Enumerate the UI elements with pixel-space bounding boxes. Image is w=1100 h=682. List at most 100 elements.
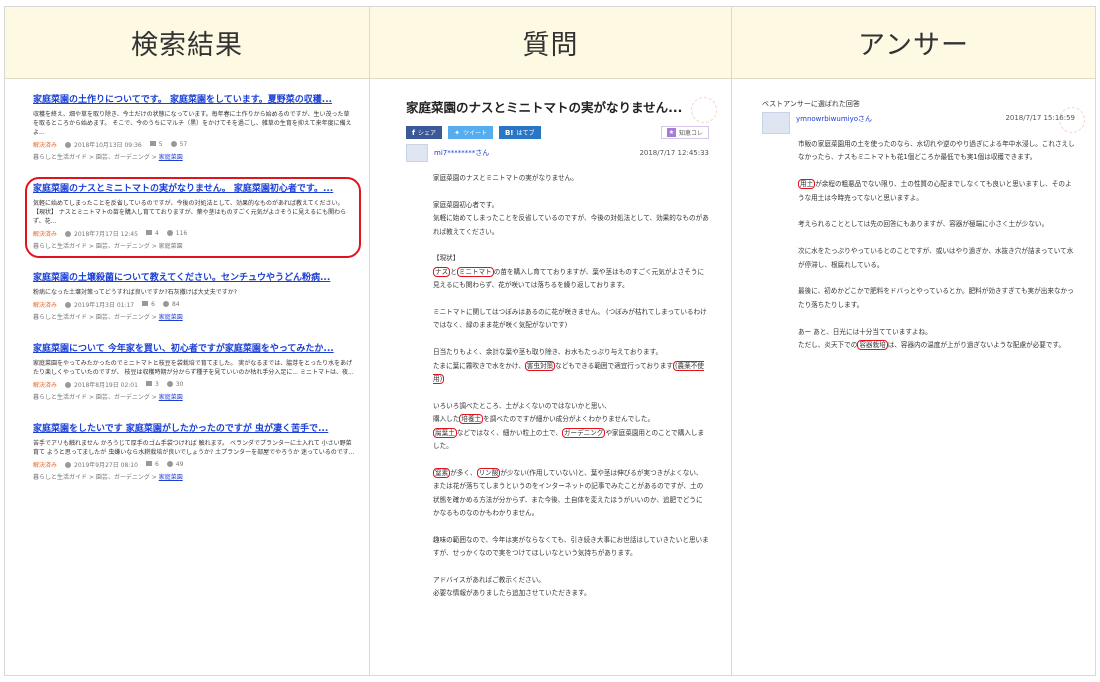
category-link[interactable]: 家庭菜園 [159, 474, 183, 481]
answer-line: あー あと、日光には十分当てていますよね。 [798, 327, 932, 336]
question-paragraph: いろいろ調べたところ、土がよくないのではないかと思い、 購入した 培養土 を調べたの… [433, 400, 709, 454]
result-meta: 解決済み 2019年9月27日 08:10 6 49 [33, 460, 355, 469]
answer-count: 6 [145, 461, 159, 468]
category-link[interactable]: 家庭菜園 [159, 394, 183, 401]
chiekore-button[interactable]: ★ 知恵コレ [660, 126, 709, 139]
question-text: を調べたのですが細かい成分がよくわかりませんでした。 [483, 415, 655, 424]
result-date: 2018年8月19日 02:01 [65, 380, 138, 389]
result-meta: 解決済み 2018年10月13日 09:36 5 57 [33, 140, 355, 149]
answer-body: 市販の家庭菜園用の土を使ったのなら、水切れや逆のやり過ぎによる年中水浸し。これさ… [798, 138, 1075, 352]
question-line: ナスとミニトマト の苗を購入し育てておりますが、葉や茎はものすごく元気がよさそうに… [433, 266, 709, 293]
answerer-row: ymnowrbiwumiyoさん 2018/7/17 15:16:59 [762, 112, 1075, 134]
view-count: 116 [166, 230, 187, 237]
result-title-link[interactable]: 家庭菜園について 今年家を買い、初心者ですが家庭菜園をやってみたか... [33, 343, 355, 355]
question-paragraph: アドバイスがあればご教示ください。 必要な情報がありましたら追加させていただきま… [433, 574, 709, 601]
result-meta: 解決済み 2018年7月17日 12:45 4 116 [33, 229, 355, 238]
facebook-share-button[interactable]: f シェア [406, 126, 443, 139]
answer-column: アンサー ベストアンサーに選ばれた回答 ymnowrbiwumiyoさん 201… [732, 7, 1095, 675]
chiekore-label: 知恵コレ [678, 130, 703, 137]
question-line: 日当たりもよく、余計な葉や茎も取り除き、お水もたっぷり与えております。 [433, 348, 663, 357]
results-header: 検索結果 [5, 7, 369, 79]
answer-text: が余程の粗悪品でない限り、土の性質の心配までしなくても良いと思いますし、そのよう… [798, 180, 1072, 202]
highlight-term: 腐葉土 [433, 427, 457, 438]
eye-icon [166, 461, 173, 467]
question-paragraph: 家庭菜園のナスとミニトマトの実がなりません。 [433, 174, 578, 182]
highlight-term: 用土 [798, 179, 816, 190]
hatena-icon: B! [504, 128, 514, 137]
result-title-link[interactable]: 家庭菜園の土壌殺菌について教えてください。センチュウやうどん粉病... [33, 272, 355, 284]
status-badge: 解決済み [33, 462, 58, 469]
result-meta: 解決済み 2018年8月19日 02:01 3 30 [33, 380, 355, 389]
star-icon: ★ [666, 128, 676, 137]
clock-icon [65, 382, 72, 388]
clock-icon [65, 302, 72, 308]
question-date: 2018/7/17 12:45:33 [639, 149, 709, 157]
answerer-name[interactable]: ymnowrbiwumiyoさん [796, 114, 872, 124]
result-snippet: 家庭菜園をやってみたかったのでミニトマトと枝豆を袋栽培で育てました。 実がなるま… [33, 360, 354, 376]
category-link[interactable]: 家庭菜園 [159, 314, 183, 321]
asker-row: mi7********さん 2018/7/17 12:45:33 [406, 144, 709, 162]
twitter-share-button[interactable]: ✦ ツイート [448, 126, 493, 139]
result-title-link[interactable]: 家庭菜園をしたいです 家庭菜園がしたかったのですが 虫が凄く苦手で... [33, 423, 355, 435]
view-count: 49 [166, 461, 183, 468]
answer-count: 3 [145, 381, 159, 388]
result-category: 暮らしと生活ガイド > 園芸、ガーデニング > 家庭菜園 [33, 394, 183, 401]
share-bar: f シェア ✦ ツイート B! はてブ ★ 知恵コレ [406, 126, 709, 139]
search-result: 家庭菜園のナスとミニトマトの実がなりません。 家庭菜園初心者です。... 気軽に… [25, 177, 361, 258]
question-text: 購入した [433, 415, 460, 424]
eye-icon [166, 230, 173, 236]
stamp-decoration [1059, 107, 1085, 133]
question-paragraph: ミニトマトに関してはつぼみはあるのに花が咲きません。 (つぼみが枯れてしまってい… [433, 308, 707, 330]
answer-text: は、容器内の温度が上がり過ぎないような配慮が必要です。 [887, 341, 1065, 350]
comment-icon [145, 461, 152, 466]
question-line: アドバイスがあればご教示ください。 [433, 576, 545, 585]
stamp-decoration [691, 97, 717, 123]
search-result: 家庭菜園の土壌殺菌について教えてください。センチュウやうどん粉病... 粉病にな… [33, 272, 355, 321]
comment-icon [149, 141, 156, 146]
comment-icon [142, 301, 149, 306]
result-title-link[interactable]: 家庭菜園の土作りについてです。 家庭菜園をしています。夏野菜の収穫... [33, 94, 355, 106]
highlight-term: 害虫対策 [524, 360, 556, 371]
question-paragraph: 家庭菜園初心者です。 気軽に始めてしまったことを反省しているのですが、今後の対処… [433, 199, 709, 239]
question-paragraph: 趣味の範囲なので、今年は実がならなくても、引き続き大事にお世話はしていきたいと思… [433, 535, 709, 558]
facebook-icon: f [412, 128, 416, 137]
question-text: などではなく、細かい粒上の土で、 [456, 428, 562, 437]
status-badge: 解決済み [33, 302, 58, 309]
comment-icon [145, 381, 152, 386]
result-category: 暮らしと生活ガイド > 園芸、ガーデニング > 家庭菜園 [33, 474, 183, 481]
avatar [406, 144, 428, 162]
question-line: 気軽に始めてしまったことを反省しているのですが、今後の対処法として、効果的なもの… [433, 214, 709, 236]
search-result: 家庭菜園について 今年家を買い、初心者ですが家庭菜園をやってみたか... 家庭菜… [33, 343, 355, 401]
status-badge: 解決済み [33, 382, 58, 389]
question-line: 家庭菜園初心者です。 [433, 200, 499, 209]
highlight-term: ガーデニング [561, 427, 606, 438]
result-snippet: 苦手でアリも触れません かろうじて厚手のゴム手袋つければ 触れます。 ベランダで… [33, 440, 355, 456]
best-answer-label: ベストアンサーに選ばれた回答 [762, 100, 860, 108]
question-line: たまに葉に霧吹きで水をかけ、 害虫対策 などもできる範囲で適宜行っております (農薬不… [433, 360, 709, 387]
result-date: 2019年9月27日 08:10 [65, 460, 138, 469]
result-title-link[interactable]: 家庭菜園のナスとミニトマトの実がなりません。 家庭菜園初心者です。... [33, 183, 355, 195]
hatena-bookmark-button[interactable]: B! はてブ [498, 126, 541, 139]
answer-paragraph: 用土 が余程の粗悪品でない限り、土の性質の心配までしなくても良いと思いますし、その… [798, 178, 1075, 205]
search-result: 家庭菜園をしたいです 家庭菜園がしたかったのですが 虫が凄く苦手で... 苦手で… [33, 423, 355, 481]
twitter-share-label: ツイート [462, 130, 487, 137]
category-link[interactable]: 家庭菜園 [159, 154, 183, 161]
result-snippet: 収穫を終え、畑や草を取り除き、今土だけの状態になっています。毎年春に土作りから始… [33, 111, 352, 136]
result-snippet: 気軽に始めてしまったことを反省しているのですが、今後の対処法として、効果的なもの… [33, 200, 347, 225]
result-snippet: 粉病になった土壌対策ってどうすれば良いですか?石灰撒けば大丈夫ですか? [33, 289, 237, 296]
eye-icon [162, 301, 169, 307]
asker-name[interactable]: mi7********さん [434, 148, 489, 158]
answer-line: ただし、炎天下での 容器栽培 は、容器内の温度が上がり過ぎないような配慮が必要です。 [798, 339, 1075, 352]
view-count: 30 [166, 381, 183, 388]
question-header: 質問 [370, 7, 731, 79]
result-date: 2018年7月17日 12:45 [65, 229, 138, 238]
view-count: 84 [162, 301, 180, 308]
answer-paragraph: あー あと、日光には十分当てていますよね。 ただし、炎天下での 容器栽培 は、容器内… [798, 326, 1075, 353]
highlight-term: 窒素 [433, 467, 451, 478]
clock-icon [65, 231, 72, 237]
clock-icon [65, 462, 72, 468]
result-category: 暮らしと生活ガイド > 園芸、ガーデニング > 家庭菜園 [33, 243, 183, 250]
status-badge: 解決済み [33, 142, 58, 149]
twitter-icon: ✦ [454, 128, 460, 137]
answer-paragraph: 考えられることとしては先の回答にもありますが、容器が極端に小さく土が少ない。 [798, 220, 1049, 229]
